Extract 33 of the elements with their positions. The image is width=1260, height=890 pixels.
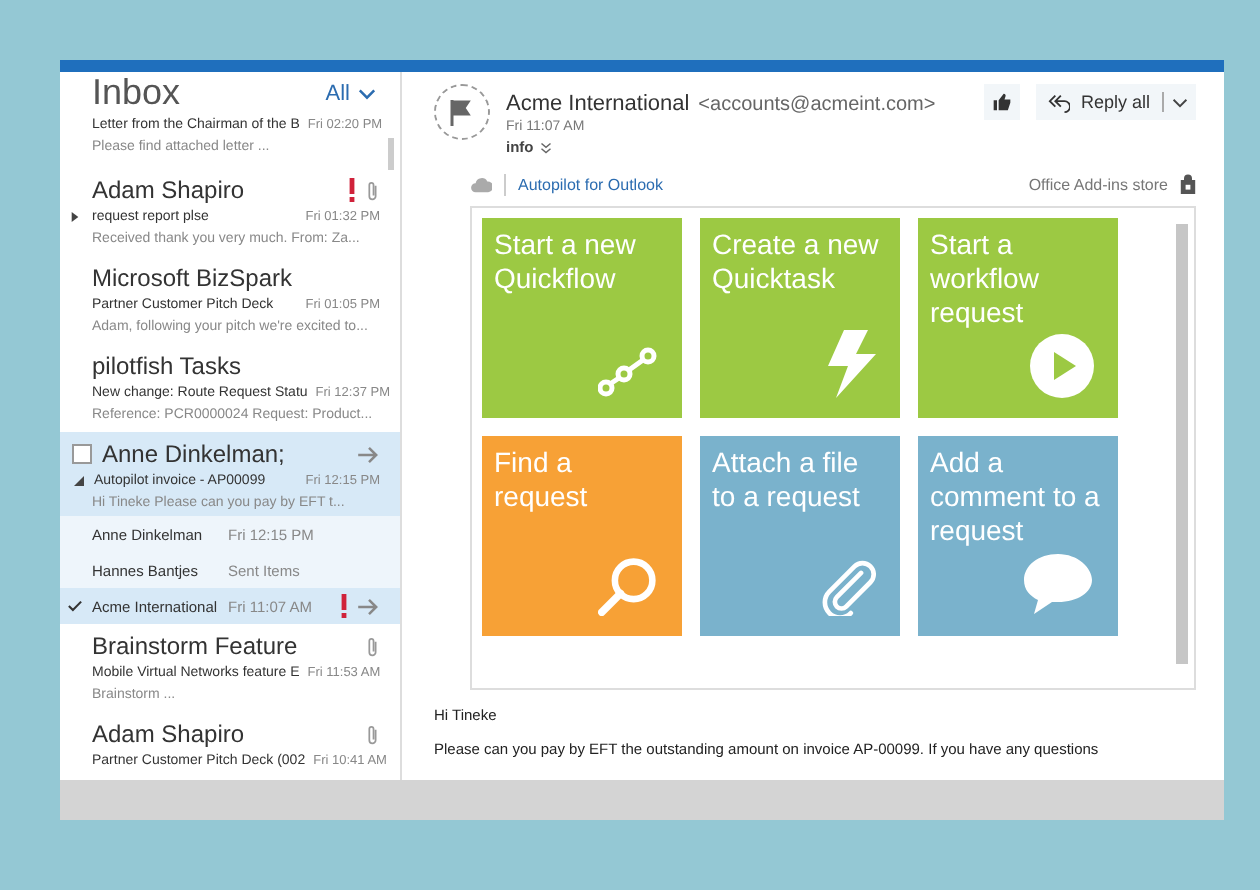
addin-cloud-icon <box>470 175 492 193</box>
thumbs-up-icon <box>992 92 1013 112</box>
sender-email: <accounts@acmeint.com> <box>698 94 936 116</box>
search-icon <box>598 556 658 616</box>
checkbox[interactable] <box>72 444 92 464</box>
play-circle-icon <box>1030 334 1094 398</box>
addin-name-link[interactable]: Autopilot for Outlook <box>518 175 1017 193</box>
reply-all-icon <box>1048 91 1071 113</box>
connected-nodes-icon <box>598 346 658 398</box>
sender-name: Microsoft BizSpark <box>92 264 295 292</box>
chevron-down-icon <box>358 87 376 99</box>
scrollbar[interactable] <box>388 138 394 170</box>
sender-name: pilotfish Tasks <box>92 352 243 380</box>
store-bag-icon <box>1180 174 1196 194</box>
sender-name: Adam Shapiro <box>92 176 247 204</box>
scrollbar[interactable] <box>1176 224 1188 664</box>
folder-title: Inbox <box>92 72 181 114</box>
lightning-bolt-icon <box>828 330 876 398</box>
avatar-flag-icon <box>434 84 490 140</box>
addin-store-link[interactable]: Office Add-ins store <box>1028 175 1168 193</box>
sender-name: Brainstorm Feature <box>92 632 300 660</box>
speech-bubble-icon <box>1022 552 1094 616</box>
checkmark-icon <box>68 600 82 612</box>
sender-name: Adam Shapiro <box>92 720 247 748</box>
chevron-down-icon <box>1172 97 1188 107</box>
sender-name: Anne Dinkelman; <box>102 440 287 468</box>
paperclip-icon <box>820 556 876 616</box>
collapsed-triangle-icon[interactable] <box>70 212 80 222</box>
like-button[interactable] <box>984 84 1021 120</box>
sender-name: Acme International <box>506 92 690 116</box>
filter-dropdown[interactable]: All <box>325 81 376 105</box>
chevron-down-icon <box>539 141 552 153</box>
expanded-triangle-icon[interactable] <box>74 476 84 486</box>
